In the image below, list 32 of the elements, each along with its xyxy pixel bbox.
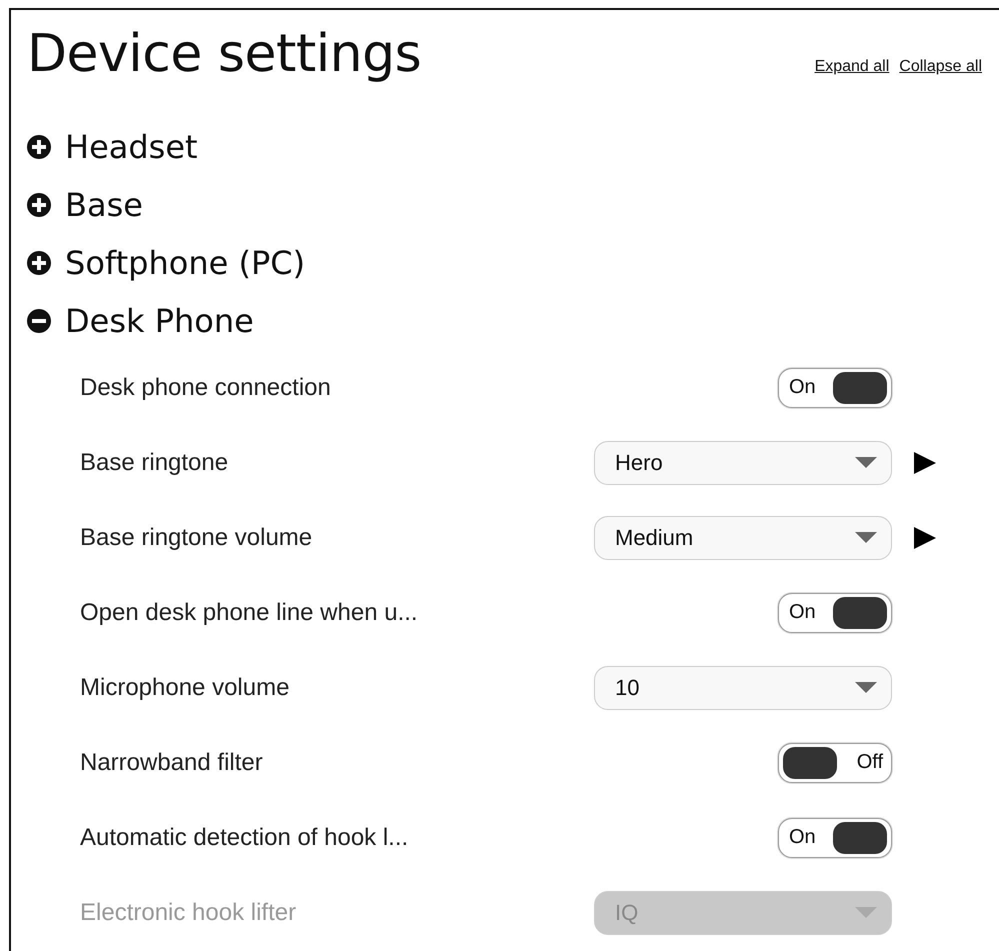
- toggle-switch[interactable]: On: [778, 368, 892, 408]
- caret-icon: [855, 907, 877, 918]
- setting-label: Narrowband filter: [80, 748, 264, 776]
- section-title[interactable]: Headset: [65, 128, 198, 166]
- setting-label: Open desk phone line when u...: [80, 598, 419, 626]
- setting-label: Automatic detection of hook l...: [80, 824, 410, 852]
- setting-label: Electronic hook lifter: [80, 898, 298, 926]
- dropdown[interactable]: Medium: [594, 516, 892, 560]
- expand-icon[interactable]: [27, 193, 51, 217]
- toggle-switch[interactable]: On: [778, 818, 892, 858]
- expand-icon[interactable]: [27, 251, 51, 275]
- section-title[interactable]: Softphone (PC): [65, 244, 306, 282]
- toggle-switch[interactable]: On: [778, 592, 892, 632]
- page-title: Device settings: [27, 24, 422, 84]
- section-title[interactable]: Base: [65, 186, 143, 224]
- expand-all-link[interactable]: Expand all: [814, 58, 890, 76]
- play-icon[interactable]: [913, 450, 937, 474]
- section-title[interactable]: Desk Phone: [65, 302, 254, 340]
- play-icon[interactable]: [913, 526, 937, 550]
- caret-icon: [855, 682, 877, 693]
- toggle-switch[interactable]: Off: [778, 742, 892, 782]
- dropdown[interactable]: 10: [594, 666, 892, 710]
- caret-icon: [855, 457, 877, 468]
- caret-icon: [855, 532, 877, 543]
- setting-label: Microphone volume: [80, 674, 290, 702]
- collapse-icon[interactable]: [27, 309, 51, 333]
- setting-label: Desk phone connection: [80, 374, 332, 402]
- setting-label: Base ringtone volume: [80, 524, 314, 552]
- setting-label: Base ringtone: [80, 448, 230, 476]
- expand-icon[interactable]: [27, 135, 51, 159]
- collapse-all-link[interactable]: Collapse all: [899, 58, 982, 76]
- dropdown[interactable]: Hero: [594, 440, 892, 484]
